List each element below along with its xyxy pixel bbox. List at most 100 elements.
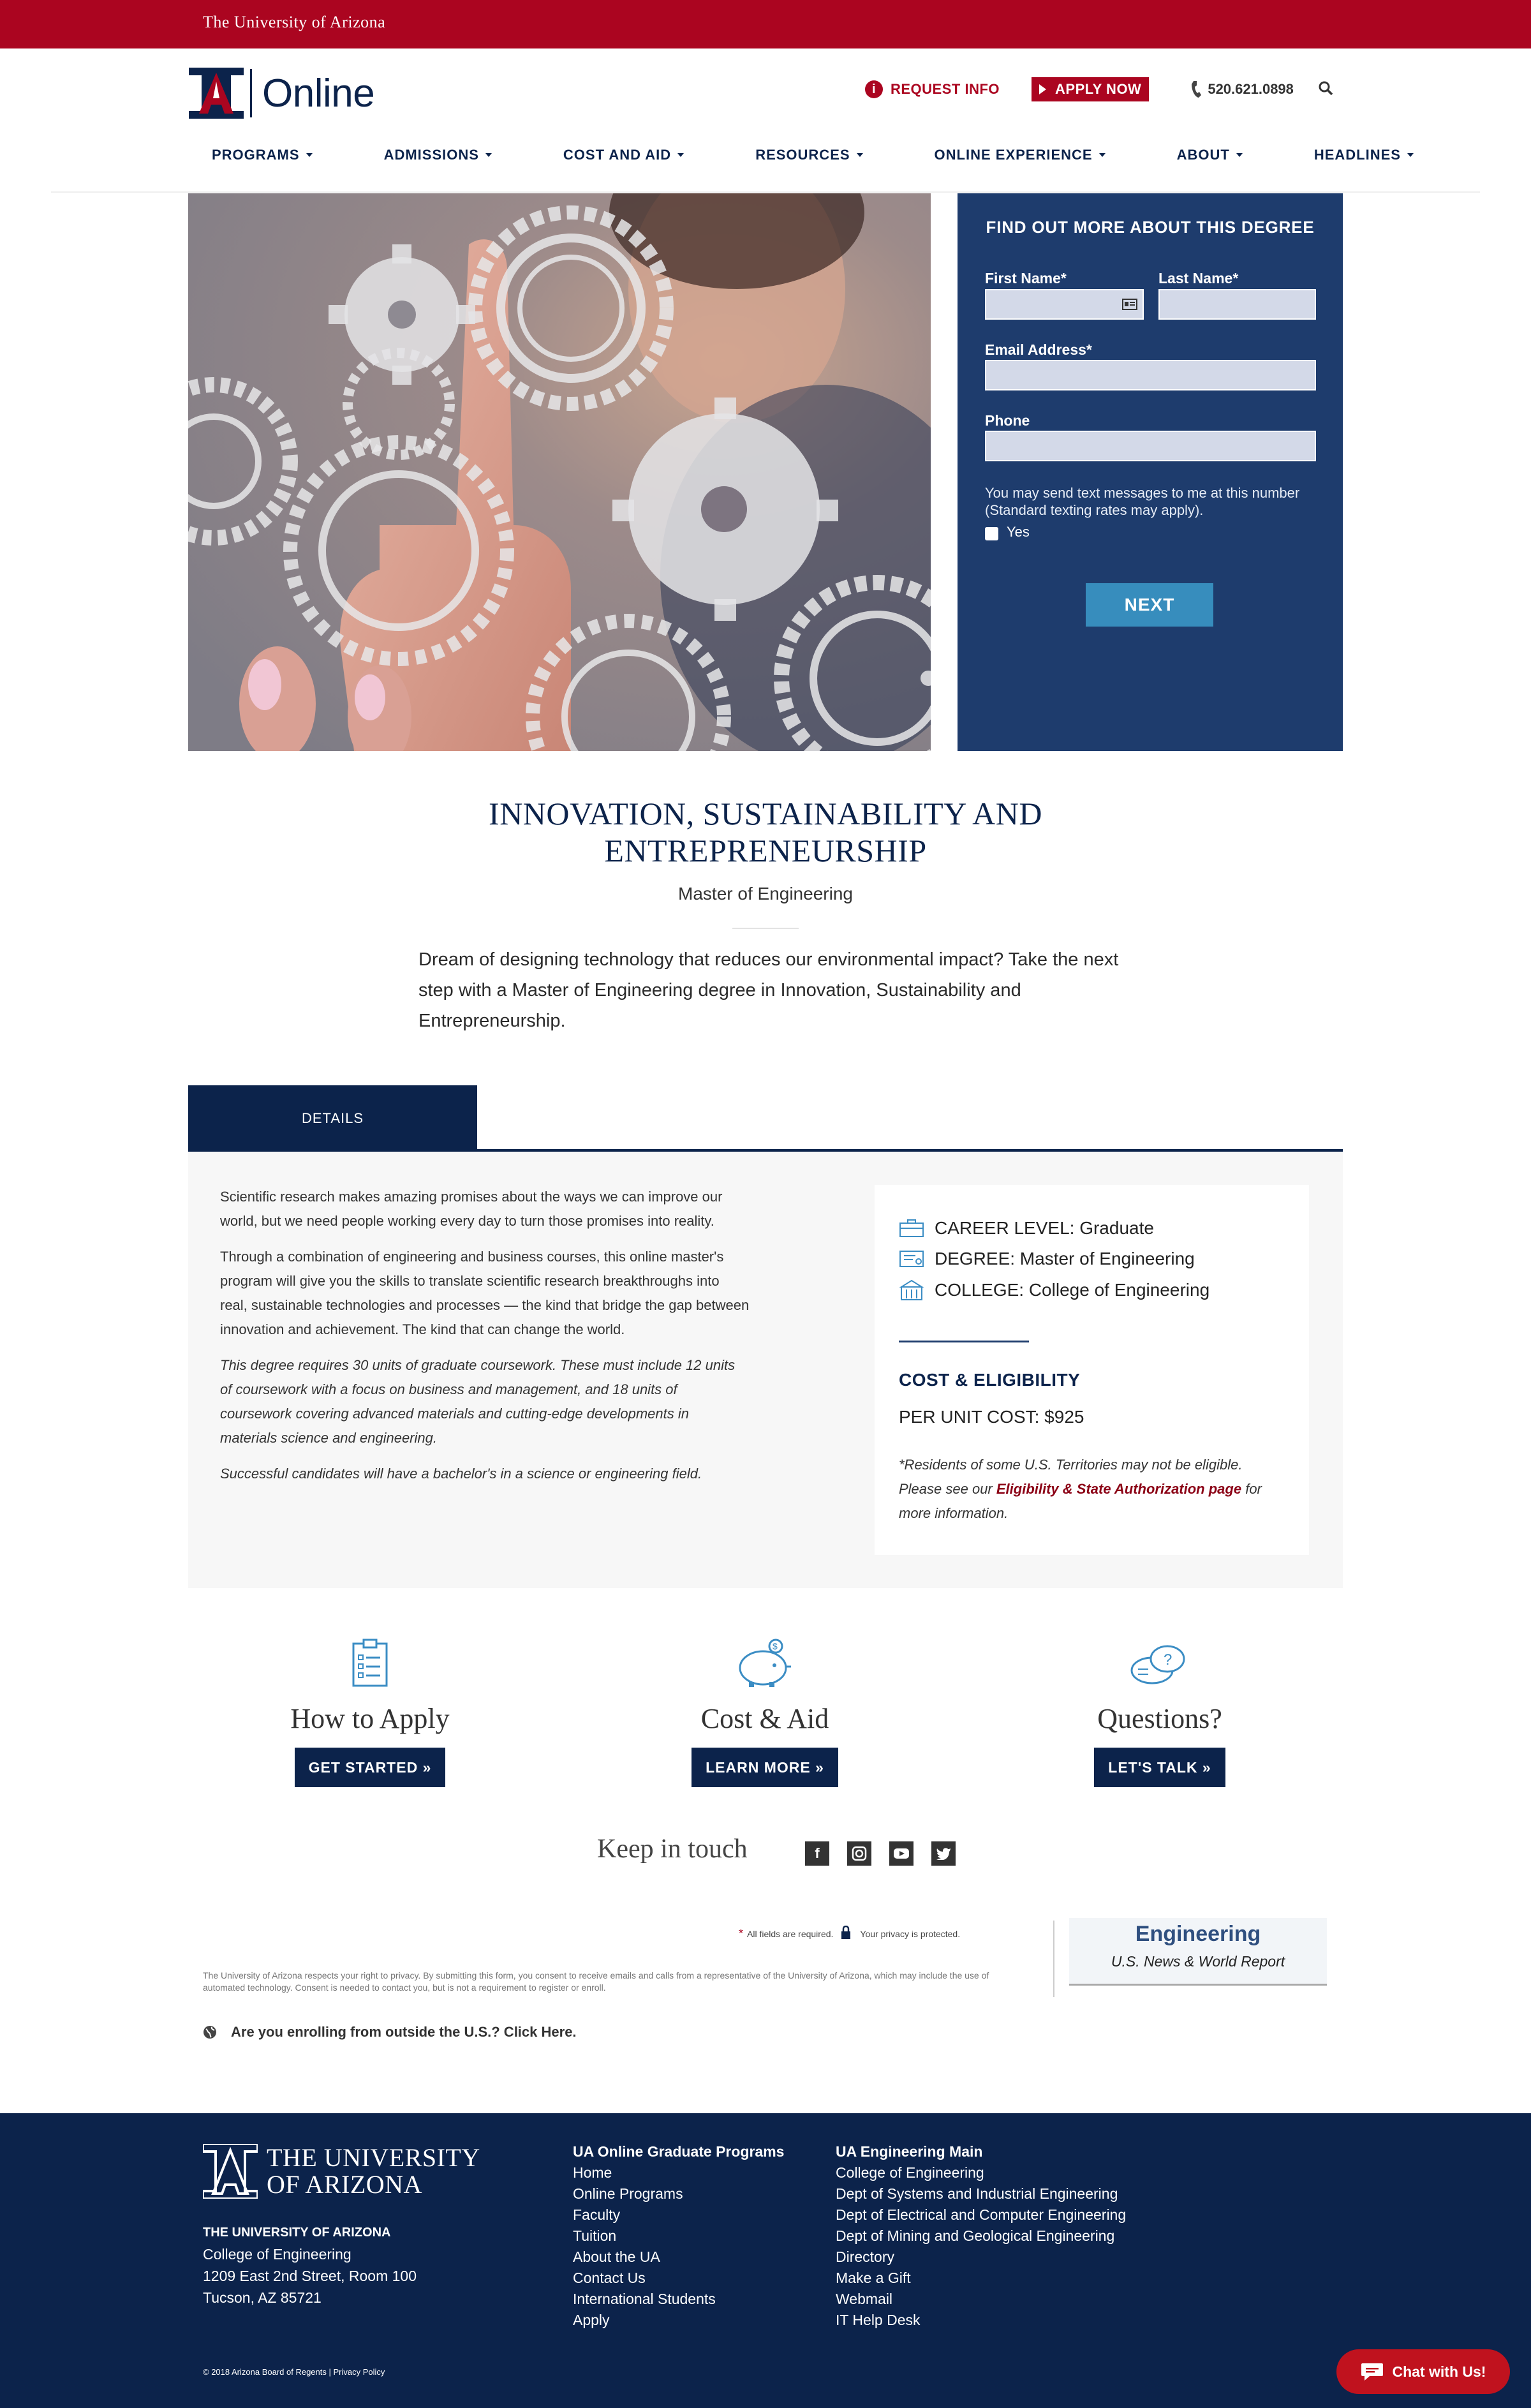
footer-link[interactable]: Online Programs <box>573 2183 784 2204</box>
footer-copyright[interactable]: © 2018 Arizona Board of Regents | Privac… <box>203 2367 385 2377</box>
phone-number: 520.621.0898 <box>1208 81 1294 97</box>
first-name-label: First Name* <box>985 270 1067 286</box>
logo-online-text: Online <box>262 71 375 115</box>
footer-link[interactable]: Make a Gift <box>836 2268 1126 2289</box>
footer-link[interactable]: Apply <box>573 2310 784 2331</box>
tab-details[interactable]: DETAILS <box>188 1085 477 1152</box>
nav-label: ADMISSIONS <box>383 147 479 163</box>
required-note: All fields are required. <box>747 1928 834 1939</box>
degree-text: DEGREE: Master of Engineering <box>935 1249 1195 1268</box>
footer-logo-line: The University <box>267 2143 480 2172</box>
phone-link[interactable]: 520.621.0898 <box>1191 80 1294 98</box>
clipboard-icon <box>242 1633 498 1688</box>
nav-headlines[interactable]: HEADLINES <box>1291 147 1414 163</box>
footer-address-title: THE UNIVERSITY OF ARIZONA <box>203 2226 391 2240</box>
svg-text:$: $ <box>773 1641 778 1651</box>
footer-logo[interactable]: The University of Arizona <box>203 2144 480 2199</box>
chat-label: Chat with Us! <box>1392 2363 1486 2380</box>
request-info-form: FIND OUT MORE ABOUT THIS DEGREE First Na… <box>958 193 1343 751</box>
caret-down-icon <box>1236 153 1243 157</box>
caret-down-icon <box>856 153 863 157</box>
briefcase-icon <box>899 1219 924 1237</box>
footer-link[interactable]: Dept of Systems and Industrial Engineeri… <box>836 2183 1126 2204</box>
footer-link[interactable]: College of Engineering <box>836 2162 1126 2183</box>
twitter-icon[interactable] <box>931 1841 956 1866</box>
badge-title: Engineering <box>1135 1922 1261 1946</box>
footer-address-line: College of Engineering <box>203 2246 351 2263</box>
nav-admissions[interactable]: ADMISSIONS <box>361 147 492 163</box>
per-unit-cost: PER UNIT COST: $925 <box>899 1407 1084 1427</box>
form-title: FIND OUT MORE ABOUT THIS DEGREE <box>986 218 1315 237</box>
footer-link[interactable]: Webmail <box>836 2289 1126 2310</box>
keep-in-touch-title: Keep in touch <box>597 1834 748 1864</box>
university-title[interactable]: The University of Arizona <box>203 13 385 32</box>
next-button[interactable]: NEXT <box>1086 583 1213 627</box>
get-started-button[interactable]: GET STARTED » <box>294 1748 446 1787</box>
chat-button[interactable]: Chat with Us! <box>1336 2349 1510 2394</box>
details-text: Scientific research makes amazing promis… <box>220 1185 750 1498</box>
details-paragraph: Successful candidates will have a bachel… <box>220 1466 702 1482</box>
apply-now-button[interactable]: APPLY NOW <box>1032 77 1150 101</box>
caret-down-icon <box>1098 153 1106 157</box>
program-title-line2: ENTREPRENEURSHIP <box>604 833 927 868</box>
program-subtitle: Master of Engineering <box>678 884 853 903</box>
contact-card-icon <box>1122 299 1137 310</box>
search-icon[interactable] <box>1318 80 1333 99</box>
phone-label: Phone <box>985 412 1030 429</box>
eligibility-note: *Residents of some U.S. Territories may … <box>899 1453 1288 1526</box>
building-icon <box>899 1279 924 1300</box>
cta-cost-aid: $ Cost & Aid LEARN MORE » <box>637 1633 892 1787</box>
facebook-icon[interactable]: f <box>805 1841 829 1866</box>
nav-online-experience[interactable]: ONLINE EXPERIENCE <box>912 147 1106 163</box>
phone-field[interactable] <box>985 431 1316 461</box>
last-name-field[interactable] <box>1158 289 1316 320</box>
lets-talk-button[interactable]: LET'S TALK » <box>1094 1748 1225 1787</box>
info-icon: i <box>865 80 883 98</box>
request-info-link[interactable]: i REQUEST INFO <box>865 80 1000 98</box>
instagram-icon[interactable] <box>847 1841 871 1866</box>
footer-link[interactable]: Dept of Mining and Geological Engineerin… <box>836 2226 1126 2247</box>
vertical-divider <box>1053 1921 1054 1997</box>
eligibility-link[interactable]: Eligibility & State Authorization page <box>996 1481 1241 1497</box>
learn-more-button[interactable]: LEARN MORE » <box>692 1748 838 1787</box>
us-news-badge[interactable]: Engineering U.S. News & World Report <box>1069 1918 1327 1986</box>
nav-label: HEADLINES <box>1313 147 1401 163</box>
footer-link[interactable]: Dept of Electrical and Computer Engineer… <box>836 2204 1126 2226</box>
footer-link[interactable]: International Students <box>573 2289 784 2310</box>
form-notes: * All fields are required. Your privacy … <box>739 1925 961 1942</box>
program-title: INNOVATION, SUSTAINABILITY AND ENTREPREN… <box>383 795 1148 869</box>
footer-link[interactable]: Faculty <box>573 2204 784 2226</box>
nav-resources[interactable]: RESOURCES <box>732 147 863 163</box>
footer-link[interactable]: Tuition <box>573 2226 784 2247</box>
first-name-field[interactable] <box>985 289 1144 320</box>
diploma-icon <box>899 1251 924 1267</box>
sms-yes-checkbox[interactable] <box>985 527 998 540</box>
nav-divider <box>51 191 1480 193</box>
nav-about[interactable]: ABOUT <box>1154 147 1243 163</box>
nav-label: RESOURCES <box>755 147 850 163</box>
outside-us-link[interactable]: Are you enrolling from outside the U.S.?… <box>203 2024 577 2040</box>
footer-link[interactable]: Directory <box>836 2247 1126 2268</box>
details-paragraph: This degree requires 30 units of graduat… <box>220 1357 736 1446</box>
caret-down-icon <box>306 153 313 157</box>
degree-row: DEGREE: Master of Engineering <box>899 1249 1195 1269</box>
footer-link[interactable]: Contact Us <box>573 2268 784 2289</box>
footer-address-line: Tucson, AZ 85721 <box>203 2289 322 2306</box>
college-row: COLLEGE: College of Engineering <box>899 1279 1209 1301</box>
footer-logo-line: of Arizona <box>267 2170 422 2199</box>
cost-eligibility-title: COST & ELIGIBILITY <box>899 1370 1081 1390</box>
footer-link[interactable]: About the UA <box>573 2247 784 2268</box>
nav-label: PROGRAMS <box>212 147 300 163</box>
email-field[interactable] <box>985 360 1316 390</box>
required-asterisk-icon: * <box>739 1927 744 1940</box>
nav-cost-and-aid[interactable]: COST AND AID <box>540 147 684 163</box>
youtube-icon[interactable] <box>889 1841 913 1866</box>
play-arrow-icon <box>1039 84 1047 94</box>
privacy-protected-note: Your privacy is protected. <box>860 1928 961 1939</box>
sms-yes-label: Yes <box>1007 524 1030 540</box>
footer-link[interactable]: Home <box>573 2162 784 2183</box>
nav-programs[interactable]: PROGRAMS <box>189 147 313 163</box>
ua-logo-icon <box>189 68 244 119</box>
footer-link[interactable]: IT Help Desk <box>836 2310 1126 2331</box>
site-logo[interactable]: Online <box>189 66 375 120</box>
